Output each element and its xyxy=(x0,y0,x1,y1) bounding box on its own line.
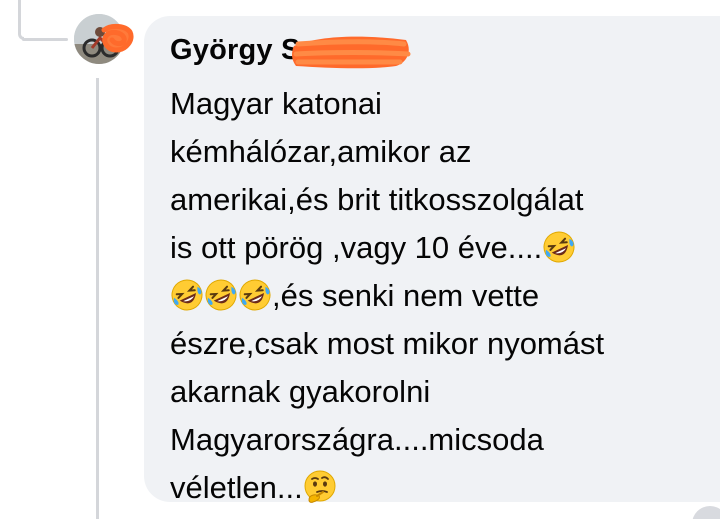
rolling-on-floor-laughing-emoji xyxy=(542,230,576,264)
comment-text-segment: is ott pörög ,vagy 10 éve.... xyxy=(170,230,543,265)
comment-line: amerikai,és brit titkosszolgálat xyxy=(170,176,718,224)
comment-line: akarnak gyakorolni xyxy=(170,368,718,416)
comment-text-segment: Magyarországra....micsoda xyxy=(170,422,544,457)
thread-connector-horizontal xyxy=(22,38,68,41)
avatar-redaction-scribble xyxy=(101,23,134,53)
comment-text-segment: ,és senki nem vette xyxy=(272,278,540,313)
comment-bubble: György S Magyar katonai kémhálózar,amikor… xyxy=(144,16,720,505)
comment-text-segment: akarnak gyakorolni xyxy=(170,374,431,409)
rolling-on-floor-laughing-emoji xyxy=(204,278,238,312)
comment-text-segment: véletlen... xyxy=(170,470,303,505)
comment-line: Magyar katonai xyxy=(170,80,718,128)
comment-text-segment: Magyar katonai xyxy=(170,86,382,121)
comment-text-segment: észre,csak most mikor nyomást xyxy=(170,326,605,361)
comment-thread: György S Magyar katonai kémhálózar,amikor… xyxy=(0,0,720,519)
comment-text-segment: kémhálózar,amikor az xyxy=(170,134,472,169)
thinking-face-emoji xyxy=(303,470,337,504)
comment-line: ,és senki nem vette xyxy=(170,272,718,320)
comment-text-segment: amerikai,és brit titkosszolgálat xyxy=(170,182,584,217)
name-redaction-scribble xyxy=(292,36,411,69)
rolling-on-floor-laughing-emoji xyxy=(238,278,272,312)
comment-line: kémhálózar,amikor az xyxy=(170,128,718,176)
comment-header: György S xyxy=(170,30,720,74)
comment-body: Magyar katonai kémhálózar,amikor az amerik… xyxy=(170,80,718,512)
comment-line: is ott pörög ,vagy 10 éve.... xyxy=(170,224,718,272)
thread-connector-vertical xyxy=(96,78,99,519)
rolling-on-floor-laughing-emoji xyxy=(170,278,204,312)
author-name[interactable]: György S xyxy=(170,34,301,66)
comment-line: észre,csak most mikor nyomást xyxy=(170,320,718,368)
thread-connector-left xyxy=(18,0,24,40)
comment-line: véletlen... xyxy=(170,464,718,512)
comment-line: Magyarországra....micsoda xyxy=(170,416,718,464)
